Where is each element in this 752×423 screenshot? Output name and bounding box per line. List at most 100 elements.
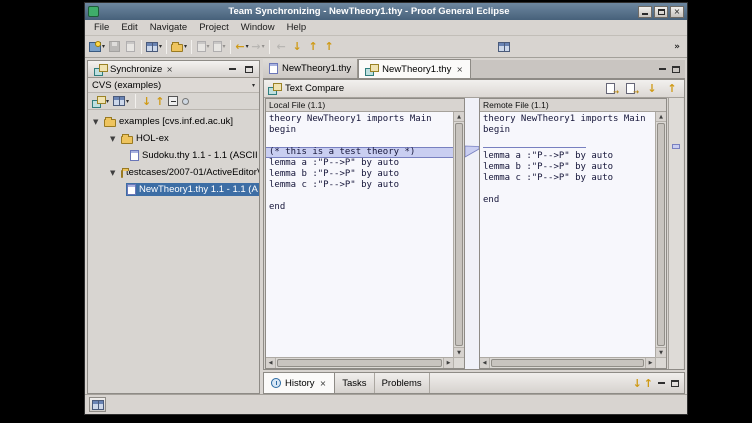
sync-scope-selector[interactable]: CVS (examples) ▾ — [88, 78, 259, 93]
sync-mode-dropdown-button[interactable]: ▾ — [91, 94, 110, 109]
tree-item-sudoku[interactable]: Sudoku.thy 1.1 - 1.1 (ASCII — [88, 147, 259, 164]
tab-problems[interactable]: Problems — [375, 373, 430, 393]
scroll-right-icon: ▶ — [645, 358, 655, 368]
tree-item-newtheory1[interactable]: NewTheory1.thy 1.1 - 1.1 (A — [88, 181, 259, 198]
scrollbar-thumb[interactable] — [657, 123, 665, 346]
tree-item-examples[interactable]: ▼ examples [cvs.inf.ed.ac.uk] — [88, 113, 259, 130]
external-tools-dropdown-button[interactable]: ▾ — [211, 38, 227, 56]
forward-button[interactable]: →▾ — [250, 38, 266, 56]
code-line: end — [269, 202, 453, 213]
editor-region: NewTheory1.thy NewTheory1.thy × Text Com… — [263, 60, 685, 394]
synchronize-view: Synchronize × CVS (examples) ▾ ▾ ▾ ↓ ↑ — [87, 60, 260, 394]
folder-icon — [104, 119, 116, 127]
code-line: lemma b :"P-->P" by auto — [269, 169, 453, 180]
tab-synchronize[interactable]: Synchronize × — [91, 64, 177, 75]
view-minimize-button[interactable] — [225, 63, 239, 75]
tree-item-label: testcases/2007-01/ActiveEditorV — [126, 167, 259, 178]
menu-help[interactable]: Help — [281, 21, 313, 34]
tree-item-testcases[interactable]: ▼ testcases/2007-01/ActiveEditorV — [88, 164, 259, 181]
toolbar-separator — [141, 40, 142, 54]
tab-synchronize-label: Synchronize — [110, 64, 162, 75]
fast-view-button[interactable] — [89, 397, 106, 412]
debug-dropdown-button[interactable]: ▾ — [145, 38, 163, 56]
editor-minimize-button[interactable] — [655, 63, 669, 75]
perspective-team-sync-button[interactable] — [496, 38, 512, 56]
update-all-button[interactable]: ↓ — [289, 38, 305, 56]
menu-window[interactable]: Window — [235, 21, 281, 34]
minimize-button[interactable] — [638, 6, 652, 18]
close-button[interactable]: × — [670, 6, 684, 18]
scroll-down-icon: ▼ — [656, 347, 666, 357]
scope-dropdown-icon[interactable]: ▾ — [252, 82, 255, 89]
new-wizard-button[interactable]: ▾ — [88, 38, 106, 56]
local-horizontal-scrollbar[interactable]: ◀ ▶ — [266, 357, 453, 368]
presentation-icon — [113, 96, 125, 106]
local-vertical-scrollbar[interactable]: ▲ ▼ — [453, 112, 464, 357]
scrollbar-thumb[interactable] — [491, 359, 644, 367]
open-folder-dropdown-button[interactable]: ▾ — [170, 38, 188, 56]
remote-vertical-scrollbar[interactable]: ▲ ▼ — [655, 112, 666, 357]
scroll-up-icon: ▲ — [454, 112, 464, 122]
code-line: lemma c :"P-->P" by auto — [483, 173, 655, 184]
previous-button[interactable]: ← — [273, 38, 289, 56]
menu-file[interactable]: File — [88, 21, 115, 34]
view-maximize-button[interactable] — [242, 63, 256, 75]
maximize-button[interactable] — [654, 6, 668, 18]
file-icon — [269, 63, 278, 74]
presentation-dropdown-button[interactable]: ▾ — [112, 94, 130, 109]
bottom-maximize-button[interactable] — [668, 377, 682, 389]
expander-icon[interactable]: ▼ — [110, 135, 118, 143]
update-incoming-button[interactable]: ↓ — [141, 94, 152, 109]
tab-close-icon[interactable]: × — [319, 379, 328, 388]
save-button[interactable] — [106, 38, 122, 56]
tab-close-icon[interactable]: × — [455, 65, 464, 74]
expander-icon[interactable]: ▼ — [93, 118, 101, 126]
menu-edit[interactable]: Edit — [115, 21, 143, 34]
run-dropdown-button[interactable]: ▾ — [195, 38, 211, 56]
commit-all-button[interactable]: ↑ — [305, 38, 321, 56]
back-button[interactable]: ←▾ — [234, 38, 250, 56]
scrollbar-thumb[interactable] — [455, 123, 463, 346]
bottom-view-panel: History × Tasks Problems ↓ ↑ — [263, 372, 685, 394]
commit-outgoing-button[interactable]: ↑ — [154, 94, 165, 109]
editor-maximize-button[interactable] — [669, 63, 683, 75]
menu-project[interactable]: Project — [193, 21, 235, 34]
copy-all-left-to-right-button[interactable] — [604, 80, 620, 98]
scrollbar-corner — [655, 357, 666, 368]
tab-history[interactable]: History × — [264, 373, 335, 393]
editor-tab-newtheory1[interactable]: NewTheory1.thy — [263, 59, 358, 78]
compare-toolbar: Text Compare ↓ ↑ — [264, 80, 684, 98]
outgoing-arrow-icon: ↑ — [155, 96, 164, 107]
copy-current-change-button[interactable] — [624, 80, 640, 98]
selected-tree-item[interactable]: NewTheory1.thy 1.1 - 1.1 (A — [126, 183, 259, 196]
pin-button[interactable] — [181, 94, 190, 109]
expander-icon[interactable]: ▼ — [110, 169, 118, 177]
previous-difference-button[interactable]: ↑ — [664, 80, 680, 98]
save-icon — [109, 41, 120, 52]
scroll-left-icon: ◀ — [266, 358, 276, 368]
scrollbar-thumb[interactable] — [277, 359, 442, 367]
titlebar[interactable]: Team Synchronizing - NewTheory1.thy - Pr… — [85, 3, 687, 20]
toolbar-overflow-chevron[interactable]: » — [670, 42, 684, 52]
scroll-left-icon: ◀ — [480, 358, 490, 368]
menu-navigate[interactable]: Navigate — [144, 21, 194, 34]
code-line — [483, 136, 655, 147]
editor-tab-compare-newtheory1[interactable]: NewTheory1.thy × — [358, 59, 471, 78]
local-file-header: Local File (1.1) — [266, 99, 464, 112]
link-with-editor-button[interactable]: ↑ — [643, 376, 654, 391]
diff-overview-marker[interactable] — [672, 144, 680, 149]
refresh-history-button[interactable]: ↓ — [632, 376, 643, 391]
diff-overview-ruler[interactable] — [668, 98, 683, 369]
diff-connector-strip — [465, 98, 479, 369]
collapse-all-button[interactable] — [167, 94, 179, 109]
print-button[interactable] — [122, 38, 138, 56]
tree-item-hol-ex[interactable]: ▼ HOL-ex — [88, 130, 259, 147]
bottom-minimize-button[interactable] — [654, 377, 668, 389]
synchronize-button[interactable]: ↑ — [321, 38, 337, 56]
tab-tasks[interactable]: Tasks — [335, 373, 374, 393]
next-difference-button[interactable]: ↓ — [644, 80, 660, 98]
tab-close-icon[interactable]: × — [165, 65, 174, 74]
remote-horizontal-scrollbar[interactable]: ◀ ▶ — [480, 357, 655, 368]
local-file-content[interactable]: theory NewTheory1 imports Main begin (* … — [266, 112, 453, 357]
remote-file-content[interactable]: theory NewTheory1 imports Main begin lem… — [480, 112, 655, 357]
